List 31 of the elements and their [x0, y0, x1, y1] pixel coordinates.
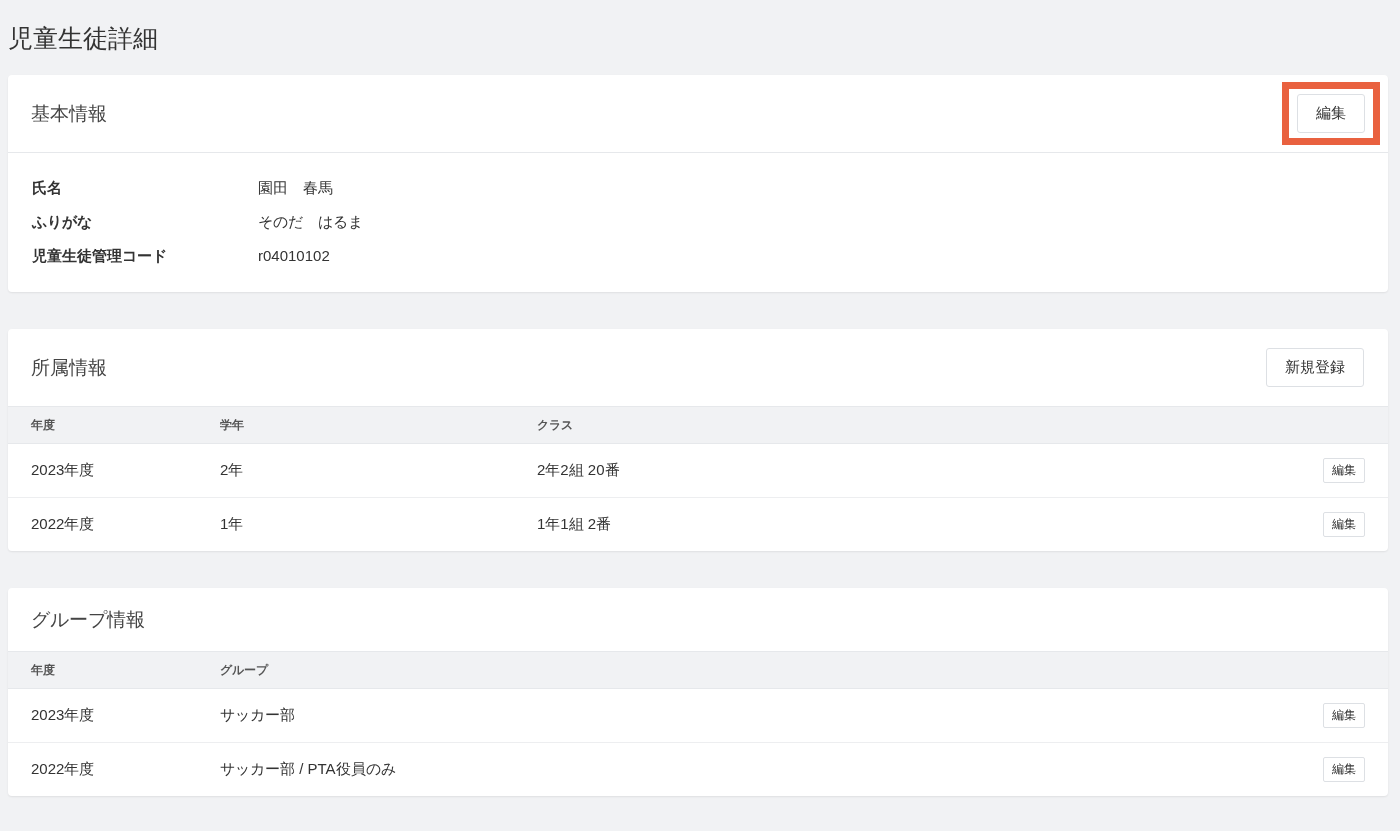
table-cell: 2022年度 [31, 760, 95, 779]
table-cell: サッカー部 / PTA役員のみ [220, 760, 396, 779]
field-value: そのだ はるま [258, 213, 363, 232]
table-cell: 2年2組 20番 [537, 461, 620, 480]
card-title: 基本情報 [31, 101, 107, 126]
table-cell: 2022年度 [31, 515, 95, 534]
new-registration-button[interactable]: 新規登録 [1266, 348, 1364, 387]
column-header: 年度 [31, 416, 55, 434]
field-label: 児童生徒管理コード [32, 247, 167, 266]
column-header: 学年 [220, 416, 244, 434]
card-title: グループ情報 [31, 607, 145, 632]
table-cell: 1年 [220, 515, 244, 534]
table-cell: 2023年度 [31, 706, 95, 725]
table-cell: 2年 [220, 461, 244, 480]
table-cell: 1年1組 2番 [537, 515, 612, 534]
edit-button[interactable]: 編集 [1297, 94, 1365, 133]
column-header: 年度 [31, 661, 55, 679]
table-cell: 2023年度 [31, 461, 95, 480]
card-title: 所属情報 [31, 355, 107, 380]
column-header: グループ [220, 661, 268, 679]
field-label: 氏名 [32, 179, 62, 198]
edit-button[interactable]: 編集 [1323, 458, 1365, 483]
field-value: r04010102 [258, 247, 330, 266]
edit-button[interactable]: 編集 [1323, 757, 1365, 782]
edit-button[interactable]: 編集 [1323, 703, 1365, 728]
field-label: ふりがな [32, 213, 92, 232]
field-value: 園田 春馬 [258, 179, 333, 198]
table-cell: サッカー部 [220, 706, 295, 725]
page-title: 児童生徒詳細 [8, 23, 158, 54]
edit-button[interactable]: 編集 [1323, 512, 1365, 537]
column-header: クラス [537, 416, 573, 434]
